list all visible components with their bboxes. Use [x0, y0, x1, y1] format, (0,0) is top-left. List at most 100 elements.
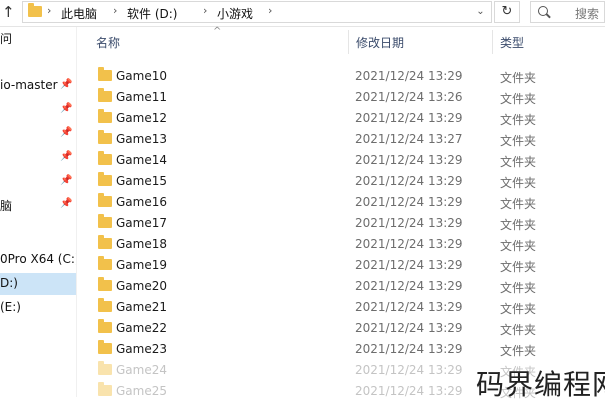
file-date: 2021/12/24 13:29 [355, 300, 463, 314]
column-header-type[interactable]: 类型 [500, 34, 524, 56]
file-row[interactable]: Game18 2021/12/24 13:29 文件夹 [80, 233, 605, 254]
nav-item-drive-d[interactable]: D:) [0, 273, 76, 295]
breadcrumb-this-pc[interactable]: 此电脑 [61, 5, 97, 22]
breadcrumb-folder[interactable]: 小游戏 [217, 5, 253, 22]
file-date: 2021/12/24 13:29 [355, 69, 463, 83]
file-type: 文件夹 [500, 260, 537, 274]
file-type: 文件夹 [500, 281, 537, 295]
file-date: 2021/12/24 13:27 [355, 132, 463, 146]
folder-icon [98, 361, 112, 375]
chevron-right-icon[interactable]: › [113, 4, 117, 17]
column-resize-handle[interactable] [348, 30, 349, 54]
file-row[interactable]: Game11 2021/12/24 13:26 文件夹 [80, 86, 605, 107]
up-arrow-icon[interactable]: ↑ [2, 3, 15, 21]
chevron-right-icon[interactable]: › [203, 4, 207, 17]
file-date: 2021/12/24 13:29 [355, 321, 463, 335]
nav-item[interactable]: 📌 [0, 123, 76, 145]
pane-divider[interactable] [76, 27, 77, 397]
pin-icon: 📌 [60, 103, 73, 114]
folder-icon [98, 67, 112, 81]
file-name: Game21 [116, 300, 167, 314]
file-type: 文件夹 [500, 197, 537, 211]
file-row[interactable]: Game23 2021/12/24 13:29 文件夹 [80, 338, 605, 359]
file-row[interactable]: Game22 2021/12/24 13:29 文件夹 [80, 317, 605, 338]
chevron-right-icon[interactable]: › [268, 4, 272, 17]
nav-item-label: D:) [0, 276, 18, 290]
folder-icon [98, 298, 112, 312]
file-type: 文件夹 [500, 92, 537, 106]
file-date: 2021/12/24 13:29 [355, 384, 463, 398]
file-row[interactable]: Game16 2021/12/24 13:29 文件夹 [80, 191, 605, 212]
nav-item[interactable]: 📌 [0, 99, 76, 121]
column-header-name[interactable]: 名称 [96, 34, 120, 56]
folder-icon [98, 193, 112, 207]
chevron-down-icon: ⌄ [476, 6, 485, 17]
pin-icon: 📌 [60, 127, 73, 138]
folder-icon [98, 340, 112, 354]
search-input[interactable]: 搜索 [530, 1, 605, 23]
address-toolbar: ↑ › 此电脑 › 软件 (D:) › 小游戏 › ⌄ ↻ 搜索 [0, 0, 605, 27]
nav-item-drive-e[interactable]: (E:) [0, 297, 76, 319]
refresh-button[interactable]: ↻ [494, 1, 520, 23]
file-row[interactable]: Game14 2021/12/24 13:29 文件夹 [80, 149, 605, 170]
folder-icon [98, 172, 112, 186]
file-row[interactable]: Game10 2021/12/24 13:29 文件夹 [80, 65, 605, 86]
file-name: Game19 [116, 258, 167, 272]
file-type: 文件夹 [500, 113, 537, 127]
nav-item-drive-c[interactable]: 0Pro X64 (C:) [0, 249, 76, 271]
file-type: 文件夹 [500, 155, 537, 169]
column-resize-handle[interactable] [492, 30, 493, 54]
nav-item[interactable]: 问 [0, 27, 76, 49]
nav-item[interactable]: io-master 📌 [0, 75, 76, 97]
file-date: 2021/12/24 13:29 [355, 279, 463, 293]
file-name: Game15 [116, 174, 167, 188]
watermark: 码界编程网 [476, 368, 605, 401]
folder-icon [98, 256, 112, 270]
column-header-date[interactable]: 修改日期 [356, 34, 404, 56]
file-row[interactable]: Game13 2021/12/24 13:27 文件夹 [80, 128, 605, 149]
file-name: Game24 [116, 363, 167, 377]
folder-icon [98, 235, 112, 249]
file-row[interactable]: Game15 2021/12/24 13:29 文件夹 [80, 170, 605, 191]
folder-icon [98, 319, 112, 333]
file-row[interactable]: Game21 2021/12/24 13:29 文件夹 [80, 296, 605, 317]
file-name: Game17 [116, 216, 167, 230]
file-name: Game18 [116, 237, 167, 251]
folder-icon [98, 151, 112, 165]
nav-item[interactable]: 📌 [0, 147, 76, 169]
breadcrumb-drive-d[interactable]: 软件 (D:) [127, 5, 177, 22]
folder-icon [98, 382, 112, 396]
address-bar[interactable]: › 此电脑 › 软件 (D:) › 小游戏 › [22, 1, 490, 23]
file-type: 文件夹 [500, 302, 537, 316]
file-name: Game16 [116, 195, 167, 209]
folder-icon [98, 109, 112, 123]
file-date: 2021/12/24 13:29 [355, 153, 463, 167]
file-date: 2021/12/24 13:29 [355, 237, 463, 251]
search-placeholder: 搜索 [575, 7, 600, 21]
file-date: 2021/12/24 13:29 [355, 195, 463, 209]
folder-icon [98, 277, 112, 291]
nav-item-label: 0Pro X64 (C:) [0, 252, 76, 266]
file-date: 2021/12/24 13:29 [355, 363, 463, 377]
sort-ascending-icon: ^ [213, 26, 222, 37]
folder-icon [98, 88, 112, 102]
search-icon [538, 6, 548, 16]
chevron-right-icon[interactable]: › [47, 4, 51, 17]
file-type: 文件夹 [500, 134, 537, 148]
refresh-icon: ↻ [501, 4, 513, 19]
nav-item[interactable]: 📌 [0, 171, 76, 193]
folder-icon [28, 3, 42, 17]
file-row[interactable]: Game12 2021/12/24 13:29 文件夹 [80, 107, 605, 128]
file-type: 文件夹 [500, 344, 537, 358]
file-type: 文件夹 [500, 323, 537, 337]
file-row[interactable]: Game20 2021/12/24 13:29 文件夹 [80, 275, 605, 296]
nav-item[interactable]: 脑 📌 [0, 194, 76, 216]
file-row[interactable]: Game19 2021/12/24 13:29 文件夹 [80, 254, 605, 275]
file-type: 文件夹 [500, 218, 537, 232]
file-row[interactable]: Game17 2021/12/24 13:29 文件夹 [80, 212, 605, 233]
address-history-dropdown[interactable]: ⌄ [470, 1, 492, 23]
file-type: 文件夹 [500, 71, 537, 85]
file-date: 2021/12/24 13:26 [355, 90, 463, 104]
file-date: 2021/12/24 13:29 [355, 342, 463, 356]
navigation-pane: 问 io-master 📌 📌 📌 📌 📌 脑 📌 0Pro X64 (C:) … [0, 27, 76, 397]
